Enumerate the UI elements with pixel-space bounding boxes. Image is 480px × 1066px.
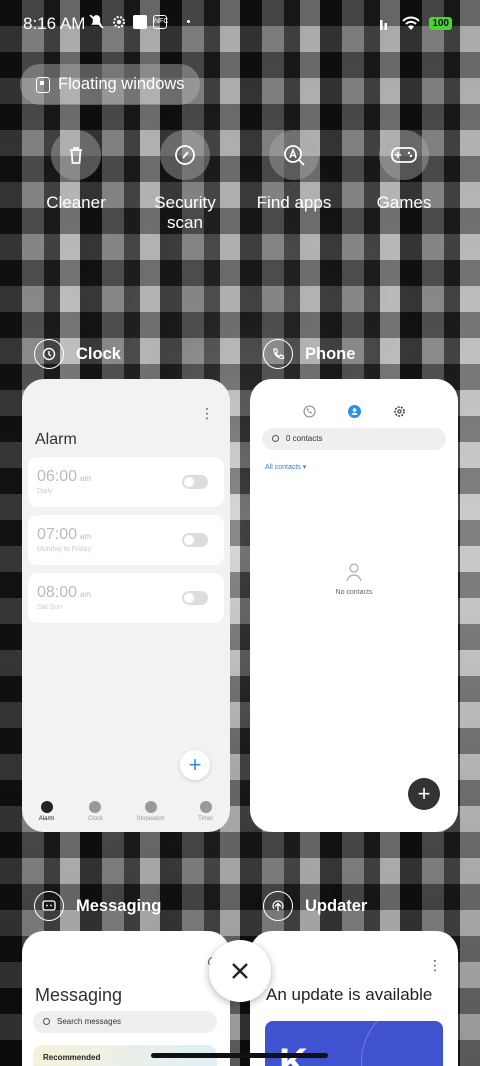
signal-icon [380,20,388,30]
status-bar: 8:16 AM NFC 100 [0,0,480,48]
update-banner: K [265,1021,443,1066]
trash-icon [70,147,82,164]
settings-gear-icon [113,15,125,28]
security-scan-button[interactable]: Security scan [135,130,235,233]
system-icons: 100 [379,15,452,31]
phone-top-tabs [250,405,458,418]
alarm-repeat: Daily [37,488,53,495]
alarm-time: 06:00 [37,468,78,485]
alarm-item: 07:00 am Monday to Friday [28,515,224,565]
add-alarm-icon: + [180,750,210,780]
no-contacts-text: No contacts [335,589,373,596]
tab-stopwatch: Stopwatch [137,792,165,832]
contacts-icon [347,405,361,418]
find-apps-label: Find apps [256,193,332,212]
find-apps-icon [284,145,305,166]
messaging-title-label: Messaging [76,896,162,915]
games-button[interactable]: Games [354,130,454,213]
close-icon [232,963,248,979]
settings-icon [393,406,405,417]
more-options-icon: ⋮ [428,957,442,973]
alarm-repeat: Sat Sun [37,604,62,611]
all-contacts-filter: All contacts ▾ [265,464,307,471]
updater-app-title[interactable]: Updater [263,891,367,921]
phone-app-title[interactable]: Phone [263,339,355,369]
search-placeholder: Search messages [57,1017,122,1026]
alarm-heading: Alarm [35,431,77,448]
find-apps-button[interactable]: Find apps [244,130,344,213]
alarm-time: 07:00 [37,526,78,543]
cleaner-label: Cleaner [46,193,106,212]
app-notification-icon [133,14,147,29]
call-log-icon [303,405,315,418]
contacts-count: 0 contacts [286,434,323,443]
floating-window-icon [36,76,50,93]
messaging-app-card[interactable]: Messaging Search messages Recommended [22,931,230,1066]
person-icon [346,563,362,582]
tab-clock: Clock [88,792,103,832]
message-search: Search messages [33,1011,217,1033]
battery-indicator: 100 [429,16,452,30]
clock-app-card[interactable]: ⋮ Alarm 06:00 am Daily 07:00 am Monday to … [22,379,230,832]
more-notifications-dot [187,20,190,23]
tab-timer: Timer [198,792,213,832]
notification-icons: NFC [88,13,190,30]
contacts-search: 0 contacts [262,428,446,450]
phone-app-icon [263,339,293,369]
updater-title-label: Updater [305,896,368,915]
updater-app-icon [263,891,293,921]
close-all-button[interactable] [209,940,271,1002]
status-time: 8:16 AM [23,14,86,33]
search-icon [272,435,279,442]
wifi-icon [402,16,421,30]
alarm-toggle [182,591,208,605]
messaging-heading: Messaging [35,985,123,1005]
alarm-ampm: am [80,532,92,541]
security-scan-icon [175,145,195,165]
updater-app-card[interactable]: ⋮ An update is available K [250,931,458,1066]
clock-title-label: Clock [76,344,121,363]
clock-app-title[interactable]: Clock [34,339,121,369]
alarm-ampm: am [80,474,92,483]
gamepad-icon [391,147,417,163]
floating-windows-label: Floating windows [58,75,185,93]
alarm-ampm: am [80,590,92,599]
alarm-item: 06:00 am Daily [28,457,224,507]
phone-title-label: Phone [305,344,356,363]
alarm-item: 08:00 am Sat Sun [28,573,224,623]
add-contact-icon: + [408,778,440,810]
alarm-repeat: Monday to Friday [37,546,92,553]
messaging-app-title[interactable]: Messaging [34,891,161,921]
update-headline: An update is available [266,985,433,1004]
nfc-icon: NFC [153,14,168,29]
alarm-toggle [182,533,208,547]
alarm-time: 08:00 [37,584,78,601]
tab-alarm: Alarm [39,792,54,832]
mute-bell-icon [89,14,104,29]
alarm-toggle [182,475,208,489]
home-indicator[interactable] [151,1053,328,1058]
security-scan-label: Security scan [154,193,216,232]
phone-app-card[interactable]: 0 contacts All contacts ▾ No contacts + [250,379,458,832]
cleaner-button[interactable]: Cleaner [26,130,126,213]
search-icon [43,1018,50,1025]
clock-app-icon [34,339,64,369]
floating-windows-button[interactable]: Floating windows [20,64,200,105]
messaging-app-icon [34,891,64,921]
more-options-icon: ⋮ [200,405,214,421]
games-label: Games [376,193,432,212]
clock-tab-bar: Alarm Clock Stopwatch Timer [22,792,230,832]
